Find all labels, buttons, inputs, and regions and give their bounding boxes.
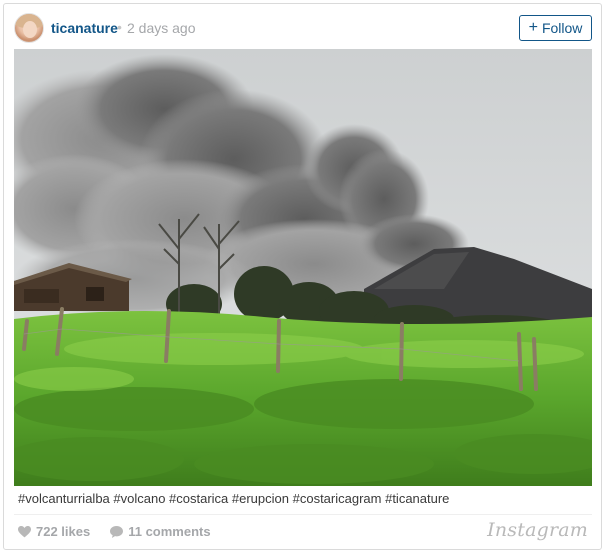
- post-caption: #volcanturrialba #volcano #costarica #er…: [18, 491, 450, 506]
- username-link[interactable]: ticanature: [51, 20, 118, 36]
- volcano-eruption-image: [14, 49, 592, 486]
- speech-bubble-icon: [110, 525, 124, 538]
- avatar[interactable]: [14, 13, 44, 43]
- post-stats: 722 likes 11 comments: [18, 524, 231, 539]
- post-card: ticanature • 2 days ago + Follow #volcan…: [3, 3, 602, 550]
- comments-count: 11 comments: [128, 524, 211, 539]
- follow-label: Follow: [541, 20, 583, 36]
- heart-icon: [18, 525, 31, 537]
- post-header: ticanature • 2 days ago + Follow: [4, 4, 601, 52]
- separator-dot: •: [117, 19, 122, 35]
- divider: [14, 514, 592, 515]
- post-photo[interactable]: [14, 49, 592, 486]
- avatar-face: [23, 21, 37, 38]
- plus-icon: +: [528, 19, 538, 36]
- follow-button[interactable]: + Follow: [519, 15, 592, 41]
- instagram-logo[interactable]: Instagram: [487, 519, 588, 541]
- post-timestamp[interactable]: 2 days ago: [127, 20, 196, 36]
- likes-count: 722 likes: [36, 524, 91, 539]
- likes-stat[interactable]: 722 likes: [18, 524, 90, 539]
- comments-stat[interactable]: 11 comments: [110, 524, 211, 539]
